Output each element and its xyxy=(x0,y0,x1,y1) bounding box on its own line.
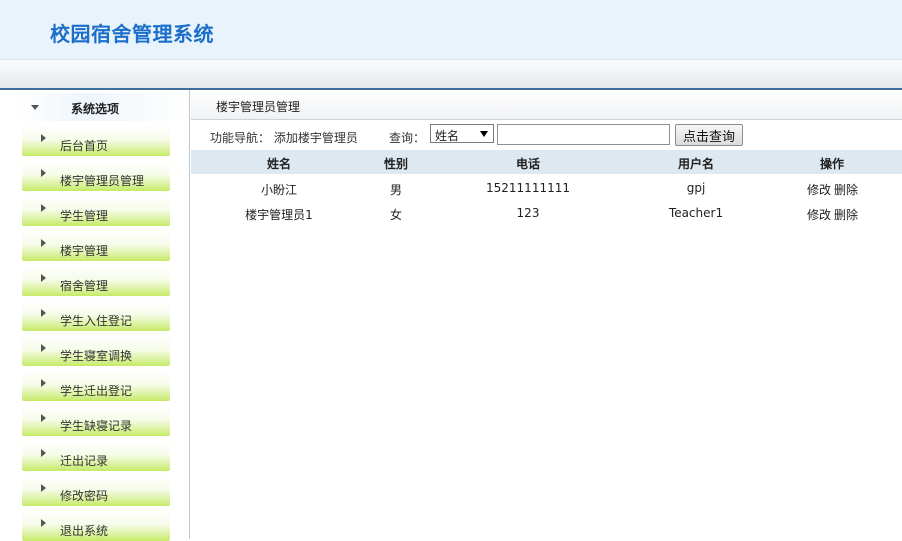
sidebar-item-absence[interactable]: 学生缺寝记录 xyxy=(22,406,170,436)
toolbar: 功能导航： 添加楼宇管理员 查询： 姓名 点击查询 xyxy=(191,121,902,149)
column-header-username: 用户名 xyxy=(677,157,715,171)
chevron-right-icon xyxy=(41,414,46,422)
add-admin-link[interactable]: 添加楼宇管理员 xyxy=(274,131,358,145)
delete-link[interactable]: 删除 xyxy=(834,183,858,197)
sidebar-item-room-swap[interactable]: 学生寝室调换 xyxy=(22,336,170,366)
edit-link[interactable]: 修改 xyxy=(807,183,831,197)
sidebar-item-label: 修改密码 xyxy=(60,489,109,503)
table-row: 楼宇管理员1 女 123 Teacher1 修改 删除 xyxy=(191,200,902,225)
page-title: 楼宇管理员管理 xyxy=(216,100,301,114)
sidebar-item-students[interactable]: 学生管理 xyxy=(22,196,170,226)
sidebar-item-logout[interactable]: 退出系统 xyxy=(22,511,170,541)
sidebar-item-label: 学生迁出登记 xyxy=(60,384,133,398)
sidebar-item-label: 楼宇管理员管理 xyxy=(60,174,145,188)
table-row: 小盼江 男 15211111111 gpj 修改 删除 xyxy=(191,175,902,200)
collapse-icon xyxy=(31,105,39,110)
sidebar-item-label: 迁出记录 xyxy=(60,454,109,468)
column-header-name: 姓名 xyxy=(266,157,292,171)
sidebar-item-buildings[interactable]: 楼宇管理 xyxy=(22,231,170,261)
sidebar-header[interactable]: 系统选项 xyxy=(19,93,187,121)
chevron-right-icon xyxy=(41,204,46,212)
dropdown-arrow-icon xyxy=(480,131,488,137)
nav-info: 功能导航： 添加楼宇管理员 xyxy=(210,129,358,146)
cell-phone: 15211111111 xyxy=(486,181,570,195)
sidebar-item-label: 宿舍管理 xyxy=(60,279,109,293)
cell-username: gpj xyxy=(686,181,706,195)
table-header: 姓名 性别 电话 用户名 操作 xyxy=(191,150,902,174)
cell-actions: 修改 删除 xyxy=(807,181,858,198)
sidebar-item-label: 楼宇管理 xyxy=(60,244,109,258)
query-input[interactable] xyxy=(497,124,670,145)
app-header: 校园宿舍管理系统 xyxy=(0,0,902,60)
delete-link[interactable]: 删除 xyxy=(834,208,858,222)
chevron-right-icon xyxy=(41,239,46,247)
sidebar-item-label: 学生入住登记 xyxy=(60,314,133,328)
query-field-select[interactable]: 姓名 xyxy=(430,124,494,143)
cell-name: 小盼江 xyxy=(260,183,298,197)
edit-link[interactable]: 修改 xyxy=(807,208,831,222)
query-button[interactable]: 点击查询 xyxy=(675,124,743,146)
cell-username: Teacher1 xyxy=(668,206,724,220)
content-header: 楼宇管理员管理 xyxy=(191,90,902,120)
cell-actions: 修改 删除 xyxy=(807,206,858,223)
chevron-right-icon xyxy=(41,169,46,177)
chevron-right-icon xyxy=(41,379,46,387)
sidebar-item-checkout-records[interactable]: 迁出记录 xyxy=(22,441,170,471)
column-header-gender: 性别 xyxy=(383,157,409,171)
cell-phone: 123 xyxy=(516,206,540,220)
cell-gender: 男 xyxy=(389,183,403,197)
chevron-right-icon xyxy=(41,519,46,527)
chevron-right-icon xyxy=(41,344,46,352)
query-label: 查询： xyxy=(389,131,426,145)
cell-gender: 女 xyxy=(389,208,403,222)
sidebar-item-label: 学生寝室调换 xyxy=(60,349,133,363)
chevron-right-icon xyxy=(41,134,46,142)
column-header-phone: 电话 xyxy=(515,157,541,171)
chevron-right-icon xyxy=(41,449,46,457)
sidebar-item-label: 后台首页 xyxy=(60,139,109,153)
chevron-right-icon xyxy=(41,274,46,282)
sidebar-item-label: 退出系统 xyxy=(60,524,109,538)
sidebar-item-label: 学生管理 xyxy=(60,209,109,223)
sidebar-item-change-password[interactable]: 修改密码 xyxy=(22,476,170,506)
header-strip xyxy=(0,60,902,89)
chevron-right-icon xyxy=(41,484,46,492)
app-title: 校园宿舍管理系统 xyxy=(50,22,214,46)
sidebar-header-label: 系统选项 xyxy=(71,102,120,116)
column-header-actions: 操作 xyxy=(819,157,845,171)
sidebar-item-checkin[interactable]: 学生入住登记 xyxy=(22,301,170,331)
nav-label: 功能导航： xyxy=(210,131,271,145)
sidebar-item-home[interactable]: 后台首页 xyxy=(22,126,170,156)
query-select-value: 姓名 xyxy=(435,129,460,143)
cell-name: 楼宇管理员1 xyxy=(245,208,313,222)
chevron-right-icon xyxy=(41,309,46,317)
sidebar-item-building-admin[interactable]: 楼宇管理员管理 xyxy=(22,161,170,191)
main-content: 楼宇管理员管理 功能导航： 添加楼宇管理员 查询： 姓名 点击查询 姓名 性别 … xyxy=(191,90,902,539)
sidebar: 系统选项 后台首页 楼宇管理员管理 学生管理 楼宇管理 宿舍管理 学生入住登记 … xyxy=(0,90,190,541)
sidebar-item-label: 学生缺寝记录 xyxy=(60,419,133,433)
sidebar-item-checkout[interactable]: 学生迁出登记 xyxy=(22,371,170,401)
sidebar-item-dorms[interactable]: 宿舍管理 xyxy=(22,266,170,296)
